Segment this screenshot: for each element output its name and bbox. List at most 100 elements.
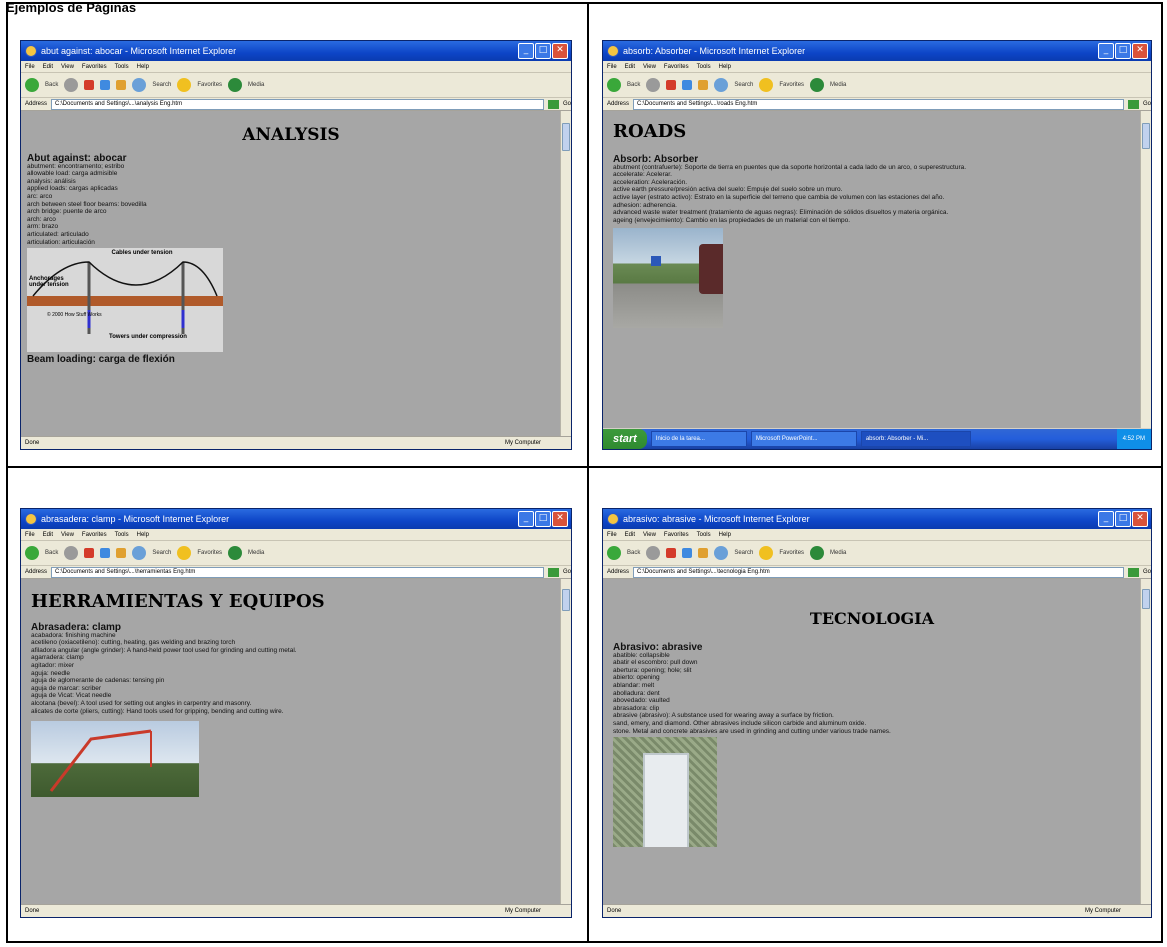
search-icon[interactable] [714, 78, 729, 92]
menu-tools[interactable]: Tools [697, 64, 711, 70]
forward-icon[interactable] [646, 78, 661, 92]
address-input[interactable]: C:\Documents and Settings\...\tecnologia… [633, 566, 1124, 578]
media-icon[interactable] [228, 546, 243, 560]
window-title: abrasadera: clamp - Microsoft Internet E… [41, 514, 230, 524]
refresh-icon[interactable] [682, 80, 693, 90]
back-icon[interactable] [607, 546, 621, 560]
forward-icon[interactable] [64, 546, 79, 560]
search-icon[interactable] [132, 546, 147, 560]
go-icon[interactable] [547, 99, 559, 109]
stop-icon[interactable] [666, 80, 677, 90]
search-icon[interactable] [132, 78, 147, 92]
menu-edit[interactable]: Edit [625, 64, 635, 70]
favorites-icon[interactable] [759, 546, 774, 560]
taskbar-item[interactable]: Inicio de la tarea... [650, 431, 747, 447]
back-icon[interactable] [25, 78, 39, 92]
menu-file[interactable]: File [25, 64, 35, 70]
taskbar-item-active[interactable]: absorb: Absorber - Mi... [860, 431, 971, 447]
menu-file[interactable]: File [607, 532, 617, 538]
minimize-button[interactable]: _ [1098, 511, 1114, 527]
forward-icon[interactable] [646, 546, 661, 560]
title-bar: absorb: Absorber - Microsoft Internet Ex… [603, 41, 1151, 61]
menu-view[interactable]: View [643, 64, 656, 70]
go-icon[interactable] [1127, 99, 1139, 109]
close-button[interactable]: ✕ [1132, 43, 1148, 59]
vertical-scrollbar[interactable] [1140, 579, 1151, 904]
vertical-scrollbar[interactable] [1140, 111, 1151, 428]
refresh-icon[interactable] [100, 80, 111, 90]
go-label[interactable]: Go [563, 101, 571, 107]
favorites-icon[interactable] [759, 78, 774, 92]
go-label[interactable]: Go [1143, 569, 1151, 575]
close-button[interactable]: ✕ [1132, 511, 1148, 527]
media-icon[interactable] [810, 78, 825, 92]
menu-help[interactable]: Help [719, 532, 731, 538]
close-button[interactable]: ✕ [552, 43, 568, 59]
media-icon[interactable] [810, 546, 825, 560]
address-input[interactable]: C:\Documents and Settings\...\herramient… [51, 566, 544, 578]
menu-edit[interactable]: Edit [625, 532, 635, 538]
minimize-button[interactable]: _ [518, 511, 534, 527]
menu-help[interactable]: Help [137, 532, 149, 538]
menu-edit[interactable]: Edit [43, 64, 53, 70]
maximize-button[interactable]: □ [535, 511, 551, 527]
home-icon[interactable] [698, 548, 709, 558]
go-label[interactable]: Go [563, 569, 571, 575]
menu-favorites[interactable]: Favorites [82, 64, 107, 70]
status-text: Done [25, 440, 40, 446]
forward-icon[interactable] [64, 78, 79, 92]
favorites-label: Favorites [197, 550, 223, 556]
menu-tools[interactable]: Tools [697, 532, 711, 538]
menu-help[interactable]: Help [719, 64, 731, 70]
home-icon[interactable] [116, 548, 127, 558]
menu-help[interactable]: Help [137, 64, 149, 70]
minimize-button[interactable]: _ [1098, 43, 1114, 59]
menu-favorites[interactable]: Favorites [664, 64, 689, 70]
scrollbar-thumb[interactable] [562, 123, 570, 151]
start-button[interactable]: start [603, 429, 647, 449]
scrollbar-thumb[interactable] [562, 589, 570, 611]
term-line: sand, emery, and diamond. Other abrasive… [613, 719, 867, 727]
vertical-scrollbar[interactable] [560, 111, 571, 436]
menu-view[interactable]: View [61, 64, 74, 70]
media-icon[interactable] [228, 78, 243, 92]
close-button[interactable]: ✕ [552, 511, 568, 527]
address-input[interactable]: C:\Documents and Settings\...\analysis E… [51, 98, 544, 110]
maximize-button[interactable]: □ [1115, 43, 1131, 59]
go-label[interactable]: Go [1143, 101, 1151, 107]
home-icon[interactable] [698, 80, 709, 90]
term-line: active layer (estrato activo): Estrato e… [613, 193, 945, 201]
maximize-button[interactable]: □ [1115, 511, 1131, 527]
back-icon[interactable] [25, 546, 39, 560]
maximize-button[interactable]: □ [535, 43, 551, 59]
back-icon[interactable] [607, 78, 621, 92]
address-input[interactable]: C:\Documents and Settings\...\roads Eng.… [633, 98, 1124, 110]
scrollbar-thumb[interactable] [1142, 589, 1150, 609]
menu-tools[interactable]: Tools [115, 64, 129, 70]
menu-file[interactable]: File [607, 64, 617, 70]
page-content: TECNOLOGIA Abrasivo: abrasive abatible: … [603, 579, 1141, 904]
favorites-icon[interactable] [177, 546, 192, 560]
stop-icon[interactable] [666, 548, 677, 558]
taskbar-item[interactable]: Microsoft PowerPoint... [750, 431, 857, 447]
home-icon[interactable] [116, 80, 127, 90]
menu-file[interactable]: File [25, 532, 35, 538]
menu-favorites[interactable]: Favorites [664, 532, 689, 538]
minimize-button[interactable]: _ [518, 43, 534, 59]
menu-view[interactable]: View [61, 532, 74, 538]
vertical-scrollbar[interactable] [560, 579, 571, 904]
window-title: abut against: abocar - Microsoft Interne… [41, 46, 237, 56]
scrollbar-thumb[interactable] [1142, 123, 1150, 149]
search-icon[interactable] [714, 546, 729, 560]
refresh-icon[interactable] [682, 548, 693, 558]
go-icon[interactable] [547, 567, 559, 577]
refresh-icon[interactable] [100, 548, 111, 558]
stop-icon[interactable] [84, 548, 95, 558]
stop-icon[interactable] [84, 80, 95, 90]
favorites-icon[interactable] [177, 78, 192, 92]
go-icon[interactable] [1127, 567, 1139, 577]
menu-edit[interactable]: Edit [43, 532, 53, 538]
menu-tools[interactable]: Tools [115, 532, 129, 538]
menu-favorites[interactable]: Favorites [82, 532, 107, 538]
menu-view[interactable]: View [643, 532, 656, 538]
